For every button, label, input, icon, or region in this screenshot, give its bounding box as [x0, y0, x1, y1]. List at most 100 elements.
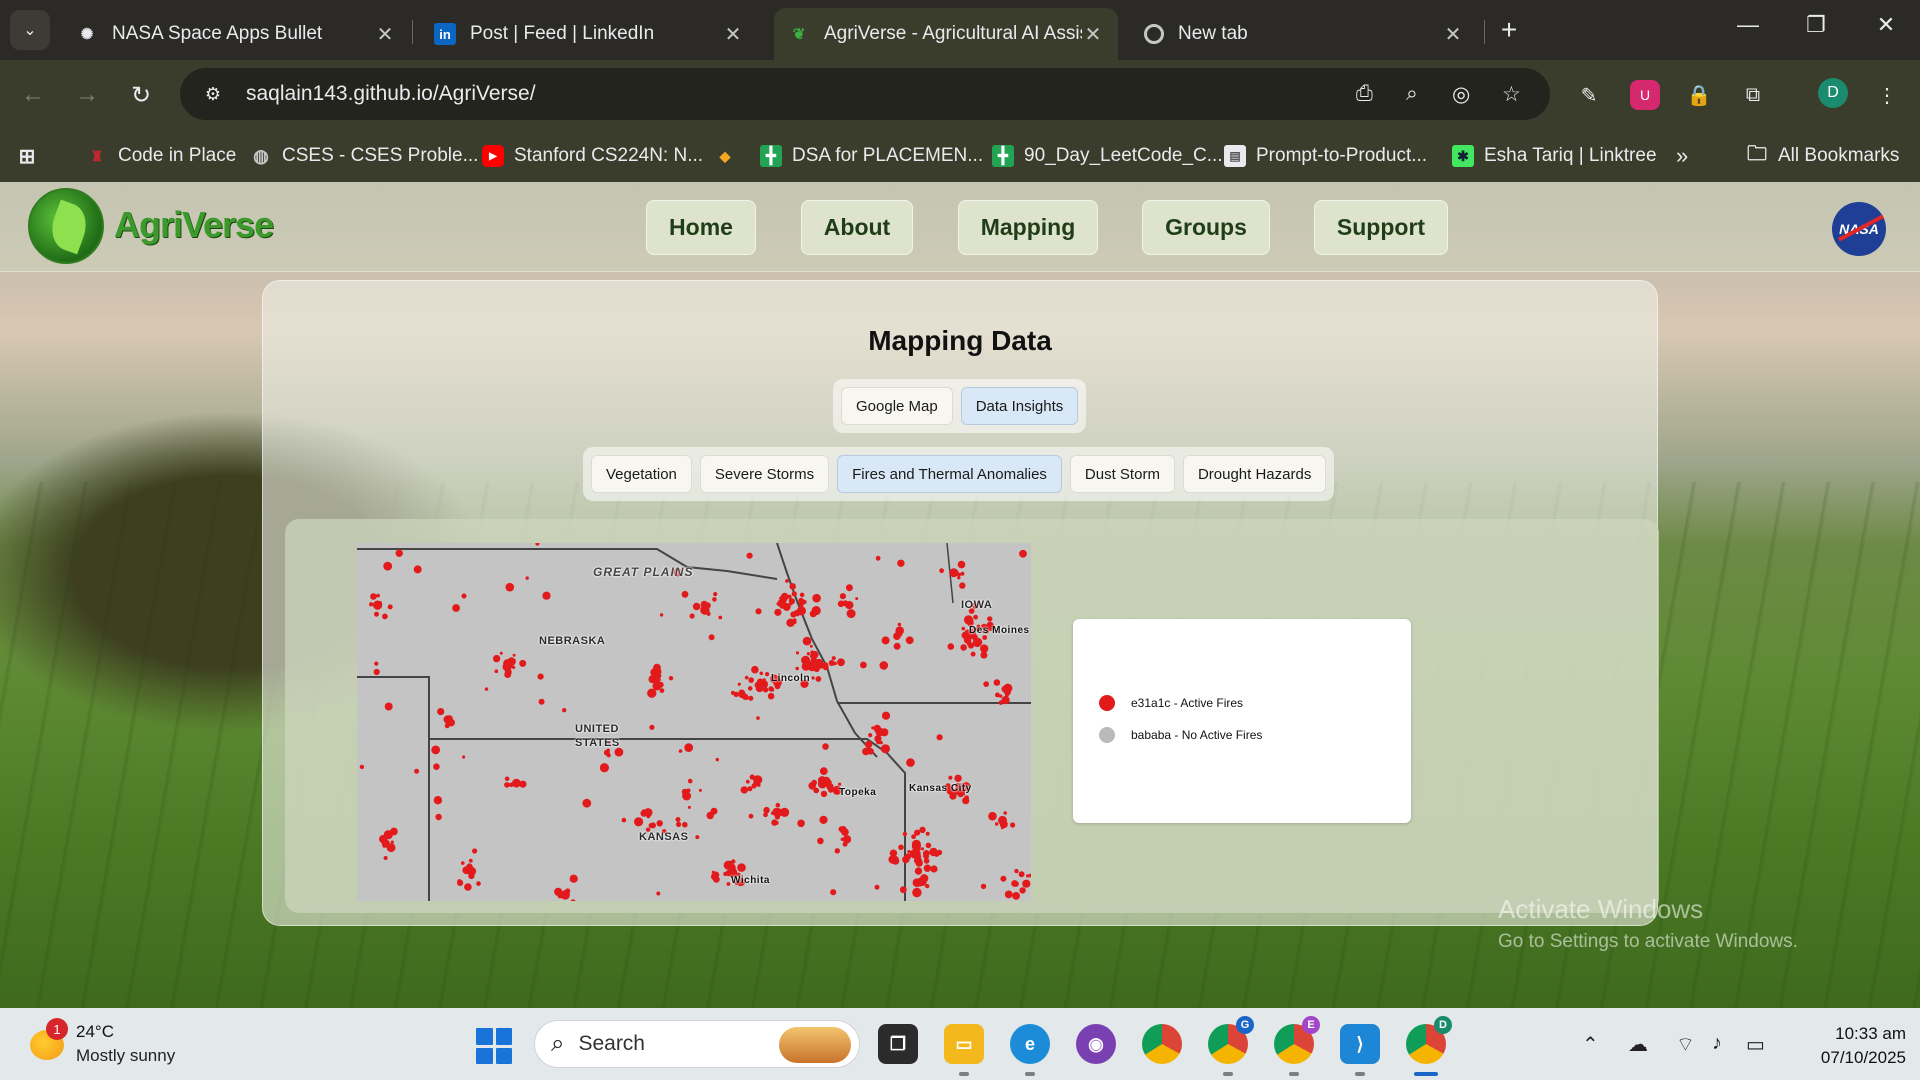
fire-point: [805, 661, 811, 666]
sheet-icon: ╋: [760, 145, 782, 167]
install-app-icon[interactable]: ⎙: [1356, 82, 1373, 106]
vscode-icon[interactable]: ⟩: [1340, 1024, 1380, 1064]
fire-point: [676, 821, 682, 827]
tab-search-button[interactable]: ⌄: [10, 10, 50, 50]
fire-point: [833, 661, 837, 666]
fire-point: [499, 651, 503, 655]
bookmark-dsa[interactable]: ╋ DSA for PLACEMEN...: [760, 142, 983, 170]
fire-point: [1010, 822, 1016, 828]
tab-new-tab[interactable]: New tab ✕: [1130, 8, 1478, 60]
onedrive-cloud-icon[interactable]: ☁: [1628, 1032, 1648, 1057]
close-icon[interactable]: ✕: [1442, 22, 1464, 47]
bookmark-leetcode[interactable]: ╋ 90_Day_LeetCode_C...: [992, 142, 1223, 170]
nav-support[interactable]: Support: [1314, 200, 1448, 255]
chevron-up-icon[interactable]: ⌃: [1582, 1032, 1599, 1057]
minimize-button[interactable]: —: [1728, 12, 1768, 46]
apps-grid-button[interactable]: ⊞: [16, 142, 48, 170]
fire-point: [461, 861, 465, 865]
forward-button[interactable]: →: [70, 78, 104, 112]
menu-kebab-icon[interactable]: ⋮: [1872, 80, 1902, 110]
extensions-puzzle-icon[interactable]: ⧉: [1738, 80, 1768, 110]
address-bar[interactable]: ⚙ saqlain143.github.io/AgriVerse/ ⎙ ⌕ ◎ …: [180, 68, 1550, 120]
url-text[interactable]: saqlain143.github.io/AgriVerse/: [246, 82, 536, 106]
zoom-icon[interactable]: ⌕: [1406, 82, 1418, 106]
nav-about[interactable]: About: [801, 200, 913, 255]
new-tab-button[interactable]: +: [1494, 14, 1524, 46]
fire-point: [907, 850, 911, 854]
fire-point: [542, 591, 551, 600]
bookmark-star-icon[interactable]: ☆: [1502, 82, 1521, 107]
github-desktop-icon[interactable]: ◉: [1076, 1024, 1116, 1064]
edge-icon[interactable]: e: [1010, 1024, 1050, 1064]
battery-icon[interactable]: ▭: [1746, 1032, 1765, 1057]
chrome-profile-d-icon[interactable]: D: [1406, 1016, 1452, 1064]
brand-name[interactable]: AgriVerse: [114, 204, 274, 246]
tab-linkedin[interactable]: in Post | Feed | LinkedIn ✕: [420, 8, 758, 60]
nav-mapping[interactable]: Mapping: [958, 200, 1098, 255]
back-button[interactable]: ←: [16, 78, 50, 112]
weather-temperature[interactable]: 24°C: [76, 1022, 114, 1042]
taskbar-search[interactable]: ⌕ Search: [534, 1020, 860, 1068]
eye-off-icon[interactable]: ◎: [1452, 82, 1470, 107]
wifi-icon[interactable]: ⌔: [1676, 1032, 1695, 1057]
start-button[interactable]: [476, 1028, 512, 1064]
bookmark-linktree[interactable]: ✱ Esha Tariq | Linktree: [1452, 142, 1657, 170]
close-icon[interactable]: ✕: [1082, 22, 1104, 47]
bookmark-code-in-place[interactable]: ♜ Code in Place: [86, 142, 237, 170]
bookmark-stanford-cs224n[interactable]: ▶ Stanford CS224N: N...: [482, 142, 703, 170]
fire-point: [466, 863, 473, 870]
file-explorer-icon[interactable]: ▭: [944, 1024, 984, 1064]
pen-extension-icon[interactable]: ✎: [1574, 80, 1604, 110]
tab-agriverse[interactable]: ❦ AgriVerse - Agricultural AI Assis ✕: [774, 8, 1118, 60]
tab-data-insights[interactable]: Data Insights: [960, 387, 1079, 425]
tab-nasa-space-apps[interactable]: ✺ NASA Space Apps Bullet ✕: [62, 8, 410, 60]
close-icon[interactable]: ✕: [374, 22, 396, 47]
tab-severe-storms[interactable]: Severe Storms: [699, 455, 830, 493]
nav-groups[interactable]: Groups: [1142, 200, 1270, 255]
nav-home[interactable]: Home: [646, 200, 756, 255]
fire-point: [640, 810, 648, 817]
chrome-profile-e-icon[interactable]: E: [1274, 1016, 1320, 1064]
restore-button[interactable]: ❐: [1796, 12, 1836, 46]
fire-point: [562, 708, 567, 713]
bookmark-prompt-to-product[interactable]: ▤ Prompt-to-Product...: [1224, 142, 1427, 170]
lock-extension-icon[interactable]: 🔒: [1684, 80, 1714, 110]
reload-button[interactable]: ↻: [124, 78, 158, 112]
fire-point: [817, 837, 824, 845]
site-info-icon[interactable]: ⚙: [188, 84, 238, 105]
clock[interactable]: 10:33 am 07/10/2025: [1788, 1022, 1906, 1070]
chrome-icon[interactable]: [1142, 1024, 1182, 1064]
profile-avatar[interactable]: D: [1818, 78, 1848, 108]
bookmarks-overflow-button[interactable]: »: [1676, 142, 1688, 170]
tab-fires-thermal-anomalies[interactable]: Fires and Thermal Anomalies: [837, 455, 1062, 493]
tab-title: AgriVerse - Agricultural AI Assis: [824, 23, 1082, 44]
tab-dust-storm[interactable]: Dust Storm: [1069, 455, 1175, 493]
chrome-profile-g-icon[interactable]: G: [1208, 1016, 1254, 1064]
bookmark-cses[interactable]: ◍ CSES - CSES Proble...: [250, 142, 478, 170]
map-label-lincoln: Lincoln: [771, 673, 811, 684]
fire-map[interactable]: GREAT PLAINS NEBRASKA IOWA Des Moines Li…: [357, 543, 1031, 901]
bookmark-diamond[interactable]: ◆: [714, 142, 746, 170]
tab-google-map[interactable]: Google Map: [841, 387, 953, 425]
tab-vegetation[interactable]: Vegetation: [591, 455, 692, 493]
fire-point: [795, 666, 799, 671]
all-bookmarks-button[interactable]: 🗀 All Bookmarks: [1746, 142, 1899, 170]
close-window-button[interactable]: ✕: [1866, 12, 1906, 46]
fire-point: [1022, 879, 1031, 888]
tab-drought-hazards[interactable]: Drought Hazards: [1182, 455, 1327, 493]
close-icon[interactable]: ✕: [722, 22, 744, 47]
fire-point: [939, 568, 944, 574]
fire-point: [902, 831, 908, 837]
ublock-icon[interactable]: U: [1630, 80, 1660, 110]
agriverse-logo-icon[interactable]: [28, 188, 104, 264]
volume-icon[interactable]: ♪: [1712, 1032, 1722, 1055]
fire-point: [1014, 868, 1019, 874]
running-indicator: [1355, 1072, 1365, 1076]
weather-condition[interactable]: Mostly sunny: [76, 1046, 175, 1066]
fire-point: [461, 593, 467, 599]
task-view-icon[interactable]: ❐: [878, 1024, 918, 1064]
fire-point: [519, 659, 527, 667]
fire-point: [811, 676, 815, 680]
fire-point: [881, 711, 891, 720]
fire-point: [919, 826, 926, 834]
